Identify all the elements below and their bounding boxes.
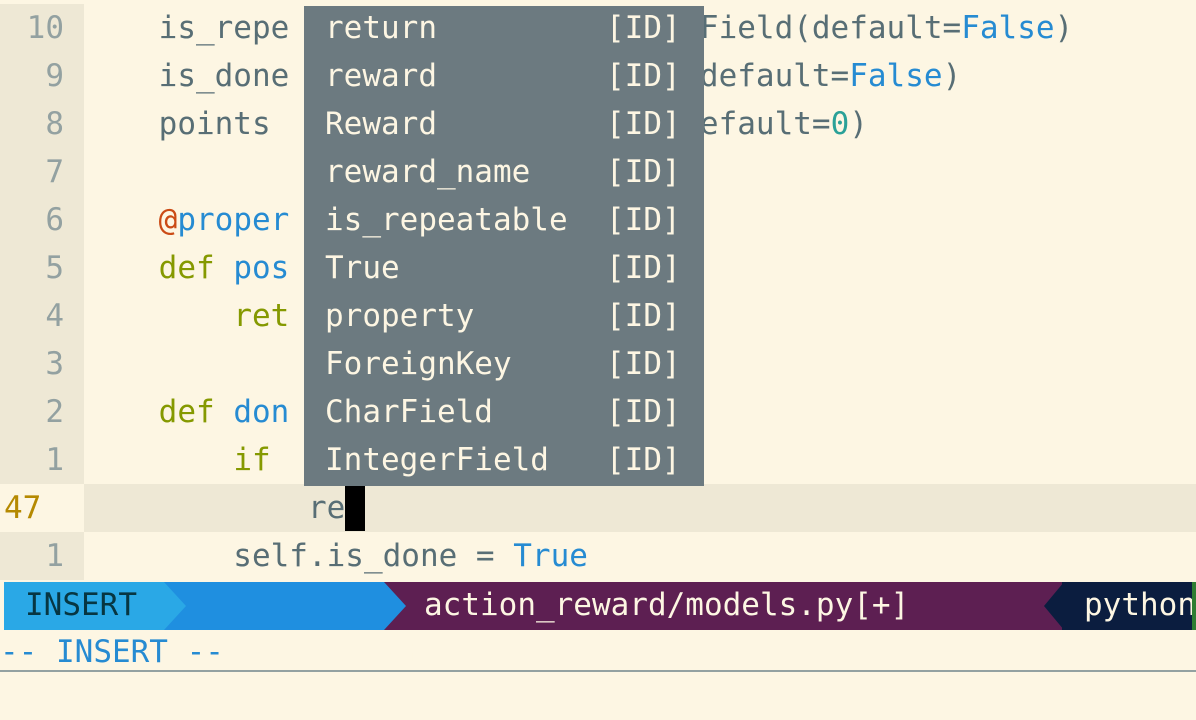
code-token: proper	[177, 202, 290, 238]
separator-arrow	[1044, 582, 1064, 630]
code-token: 0	[830, 106, 850, 142]
file-name-segment: action_reward/models.py[+]	[384, 582, 1064, 630]
text-cursor	[345, 485, 366, 531]
code-token: def	[158, 250, 215, 286]
separator-arrow	[164, 582, 186, 630]
status-edge	[1192, 582, 1196, 630]
code-token: is_done	[84, 58, 290, 94]
line-number: 10	[0, 4, 84, 52]
completion-item[interactable]: reward [ID]	[304, 54, 704, 102]
code-token: def	[158, 394, 215, 430]
code-text: @proper	[84, 196, 290, 244]
completion-kind: [ID]	[606, 442, 681, 478]
code-token: self.is_done =	[84, 538, 514, 574]
completion-item[interactable]: IntegerField [ID]	[304, 438, 704, 486]
completion-kind: [ID]	[606, 394, 681, 430]
completion-word: ForeignKey	[325, 346, 512, 382]
line-number: 1	[0, 532, 84, 580]
code-text: def don	[84, 388, 290, 436]
completion-word: reward	[325, 58, 437, 94]
completion-word: IntegerField	[325, 442, 549, 478]
code-token: )	[1054, 10, 1074, 46]
completion-word: property	[325, 298, 475, 334]
code-line-current[interactable]: 47 re	[0, 484, 1196, 532]
completion-kind: [ID]	[606, 154, 681, 190]
command-line[interactable]: -- INSERT --	[0, 630, 1196, 672]
completion-kind: [ID]	[606, 106, 681, 142]
completion-item[interactable]: is_repeatable [ID]	[304, 198, 704, 246]
separator-arrow	[384, 582, 406, 630]
line-number: 5	[0, 244, 84, 292]
code-token: don	[233, 394, 290, 430]
status-edge	[0, 582, 4, 630]
code-token: re	[84, 490, 346, 526]
code-text: re	[84, 484, 1196, 532]
completion-word: is_repeatable	[325, 202, 568, 238]
line-number: 4	[0, 292, 84, 340]
code-text: ret	[84, 292, 289, 340]
completion-kind: [ID]	[606, 202, 681, 238]
completion-kind: [ID]	[606, 346, 681, 382]
line-number: 3	[0, 340, 84, 388]
code-token: )	[849, 106, 868, 142]
code-text: def pos	[84, 244, 290, 292]
completion-item[interactable]: return [ID]	[304, 6, 704, 54]
completion-kind: [ID]	[606, 58, 681, 94]
code-token: False	[849, 58, 943, 94]
completion-word: CharField	[325, 394, 493, 430]
code-text: if	[84, 436, 271, 484]
line-number: 1	[0, 436, 84, 484]
completion-kind: [ID]	[606, 10, 681, 46]
line-number: 8	[0, 100, 84, 148]
completion-word: Reward	[325, 106, 437, 142]
code-token: @	[158, 202, 178, 238]
line-number: 47	[0, 484, 84, 532]
completion-item[interactable]: Reward [ID]	[304, 102, 704, 150]
line-number: 6	[0, 196, 84, 244]
completion-word: True	[325, 250, 400, 286]
completion-item[interactable]: CharField [ID]	[304, 390, 704, 438]
completion-item[interactable]: reward_name [ID]	[304, 150, 704, 198]
code-token: pos	[233, 250, 290, 286]
line-number: 7	[0, 148, 84, 196]
code-token: points	[84, 106, 290, 142]
completion-word: return	[325, 10, 437, 46]
statusline: INSERT master action_reward/models.py[+]…	[0, 582, 1196, 669]
git-branch-segment: master	[164, 582, 423, 669]
completion-kind: [ID]	[606, 250, 681, 286]
code-token: False	[961, 10, 1055, 46]
completion-item[interactable]: ForeignKey [ID]	[304, 342, 704, 390]
filetype-segment: python	[1062, 582, 1196, 630]
code-token: ret	[233, 298, 290, 334]
code-text: self.is_done = True	[84, 532, 588, 580]
mode-indicator: INSERT	[4, 582, 168, 630]
code-token: )	[942, 58, 962, 94]
code-token: if	[233, 442, 271, 478]
line-number: 9	[0, 52, 84, 100]
completion-popup[interactable]: return [ID] reward [ID] Reward [ID] reward_nam…	[304, 6, 704, 486]
code-token: is_repe	[84, 10, 290, 46]
completion-word: reward_name	[325, 154, 531, 190]
completion-kind: [ID]	[606, 298, 681, 334]
code-token: True	[513, 538, 588, 574]
code-line[interactable]: 1 self.is_done = True	[0, 532, 1196, 580]
line-number: 2	[0, 388, 84, 436]
completion-item[interactable]: True [ID]	[304, 246, 704, 294]
completion-item[interactable]: property [ID]	[304, 294, 704, 342]
